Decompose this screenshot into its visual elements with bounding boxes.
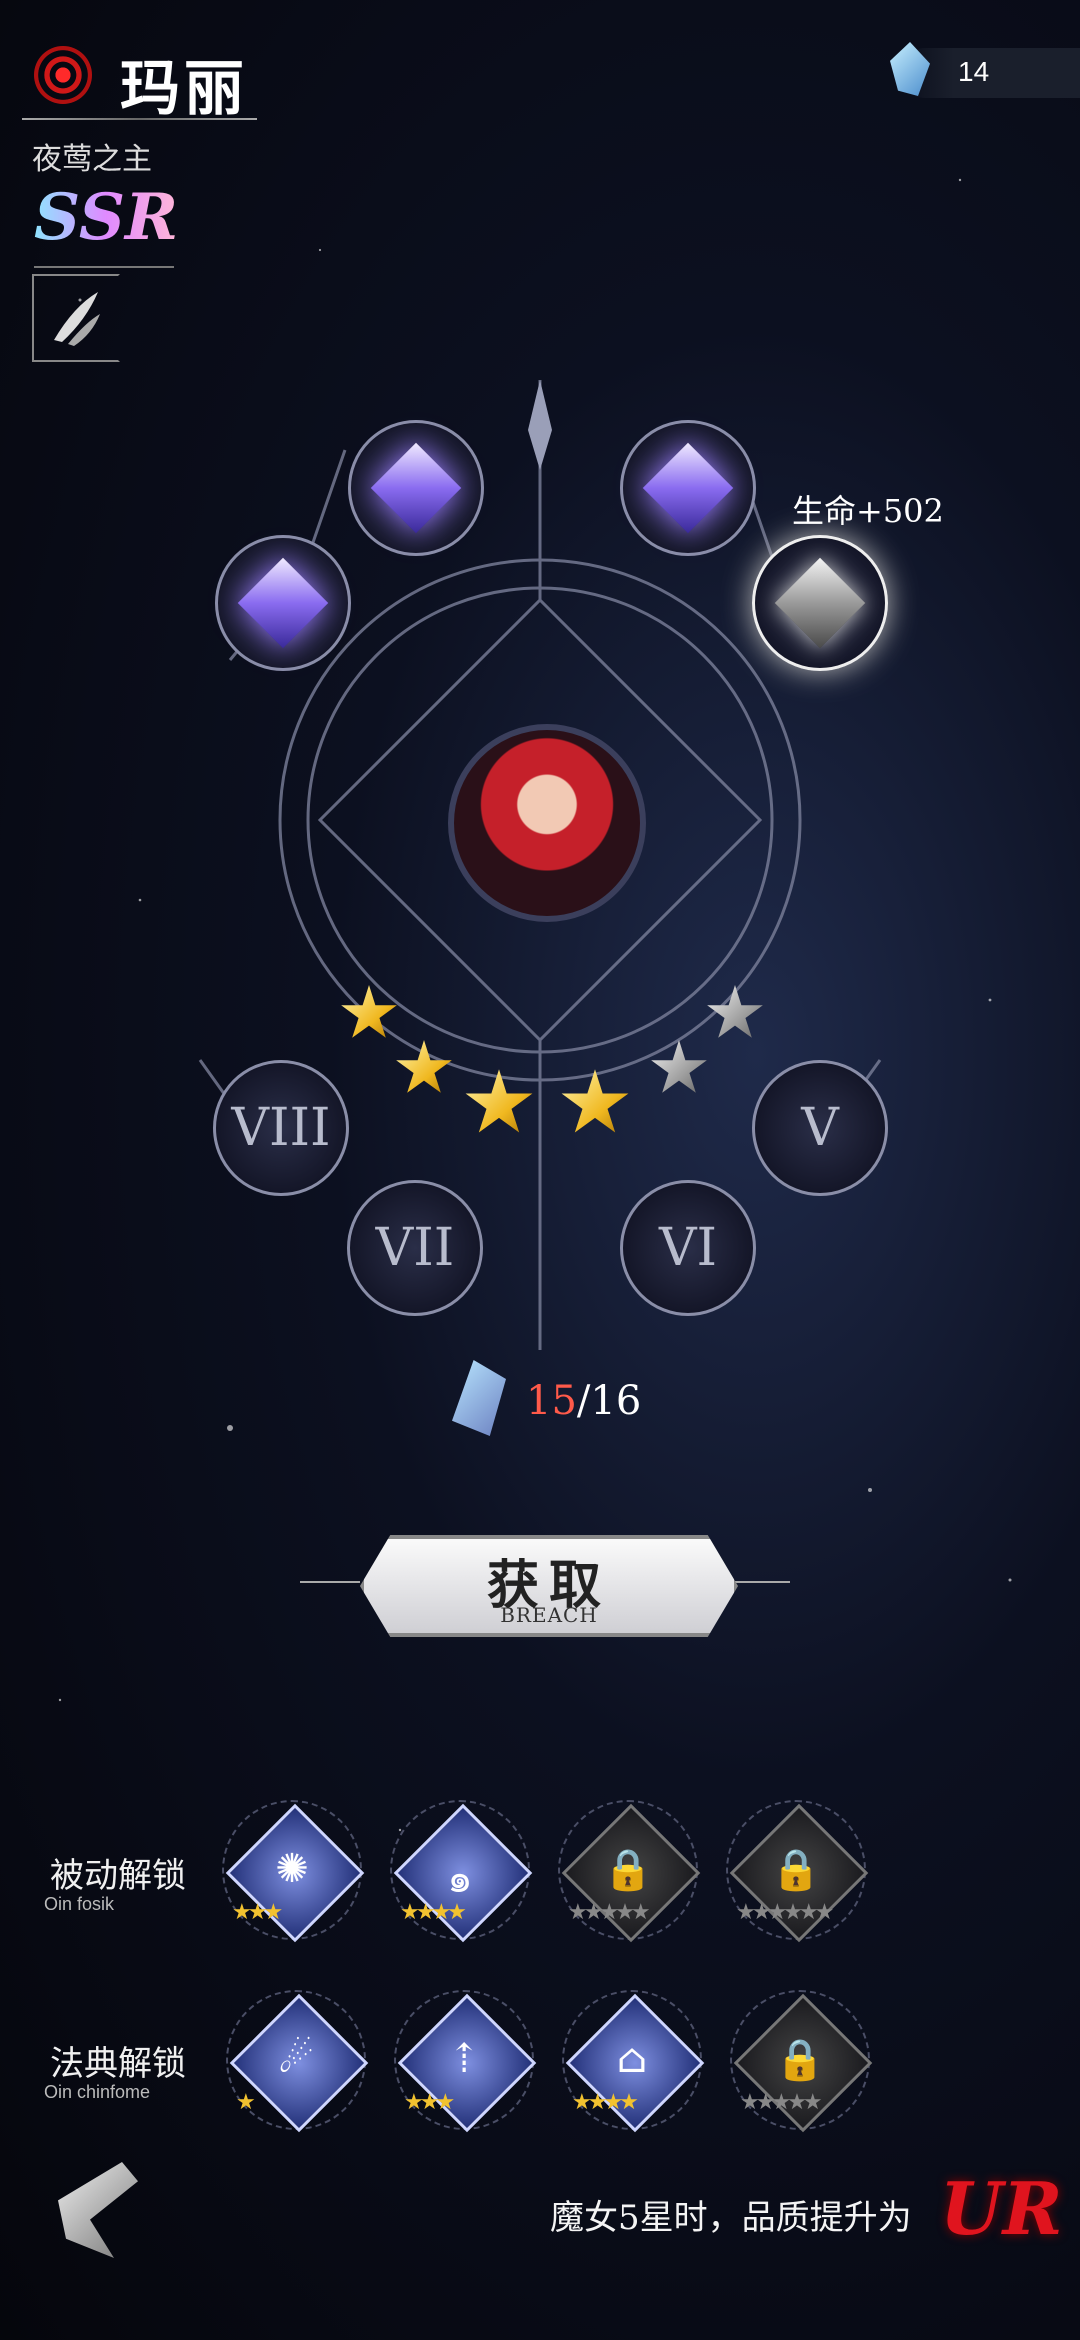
- skill-stars: ★★★★★★: [736, 1900, 834, 1925]
- purple-gem-icon: [642, 442, 734, 534]
- orb-skill-icon: ✺: [275, 1846, 309, 1892]
- wing-emblem-icon[interactable]: [58, 2162, 138, 2258]
- constellation-node-7[interactable]: VII: [347, 1180, 483, 1316]
- roman-numeral: VII: [375, 1218, 455, 1278]
- codex-skill-3[interactable]: ⌂ ★★★★: [562, 1990, 705, 2133]
- shard-count: 15/16: [526, 1378, 641, 1424]
- shard-current: 15: [526, 1378, 577, 1424]
- roman-numeral: V: [801, 1098, 839, 1158]
- constellation-node-8[interactable]: VIII: [213, 1060, 349, 1196]
- purple-gem-icon: [370, 442, 462, 534]
- passive-unlock-subtitle: Oin fosik: [44, 1894, 115, 1914]
- constellation-node-5[interactable]: V: [752, 1060, 888, 1196]
- lock-icon: 🔒: [775, 2037, 825, 2083]
- comet-skill-icon: ☄: [278, 2036, 314, 2082]
- passive-unlock-title: 被动解锁: [50, 1856, 186, 1896]
- purple-gem-icon: [237, 557, 329, 649]
- grey-gem-icon: [774, 557, 866, 649]
- character-portrait[interactable]: [448, 724, 646, 922]
- acquire-button[interactable]: 获取 BREACH: [360, 1535, 738, 1637]
- skill-stars: ★★★★: [400, 1900, 467, 1925]
- constellation-node-3[interactable]: [620, 420, 756, 556]
- divider: [730, 1581, 790, 1583]
- lock-icon: 🔒: [603, 1847, 653, 1893]
- passive-skill-1[interactable]: ✺ ★★★: [222, 1800, 365, 1943]
- roman-numeral: VIII: [231, 1098, 331, 1158]
- skill-stars: ★★★: [232, 1900, 283, 1925]
- constellation-astrolabe: 生命+502 VIII VII VI V: [0, 0, 1080, 1400]
- codex-unlock-title: 法典解锁: [50, 2044, 186, 2084]
- constellation-node-4[interactable]: [752, 535, 888, 671]
- skill-stars: ★★★★★: [568, 1900, 651, 1925]
- constellation-node-1[interactable]: [215, 535, 351, 671]
- shard-required: /16: [576, 1378, 642, 1424]
- node-bonus-label: 生命+502: [792, 492, 944, 530]
- codex-skill-1[interactable]: ☄ ★: [226, 1990, 369, 2133]
- acquire-button-sublabel: BREACH: [500, 1603, 598, 1627]
- codex-skill-2[interactable]: ⇡ ★★★: [394, 1990, 537, 2133]
- passive-skill-3[interactable]: 🔒 ★★★★★: [558, 1800, 701, 1943]
- codex-unlock-subtitle: Oin chinfome: [44, 2082, 151, 2102]
- passive-skill-2[interactable]: ๑ ★★★★: [390, 1800, 533, 1943]
- divider: [300, 1581, 360, 1583]
- quality-upgrade-note: 魔女5星时，品质提升为: [550, 2198, 912, 2238]
- skill-stars: ★: [236, 2090, 256, 2115]
- constellation-node-2[interactable]: [348, 420, 484, 556]
- skill-stars: ★★★★★: [740, 2090, 823, 2115]
- roman-numeral: VI: [658, 1218, 718, 1278]
- ur-rarity-badge: UR: [940, 2166, 1063, 2251]
- spirits-skill-icon: ⌂: [616, 2036, 648, 2082]
- spirit-skill-icon: ⇡: [447, 2036, 481, 2082]
- codex-skill-4[interactable]: 🔒 ★★★★★: [730, 1990, 873, 2133]
- lock-icon: 🔒: [771, 1847, 821, 1893]
- skill-stars: ★★★: [404, 2090, 455, 2115]
- skill-stars: ★★★★: [572, 2090, 639, 2115]
- astrolabe-ornament: [198, 380, 882, 1350]
- constellation-node-6[interactable]: VI: [620, 1180, 756, 1316]
- passive-skill-4[interactable]: 🔒 ★★★★★★: [726, 1800, 869, 1943]
